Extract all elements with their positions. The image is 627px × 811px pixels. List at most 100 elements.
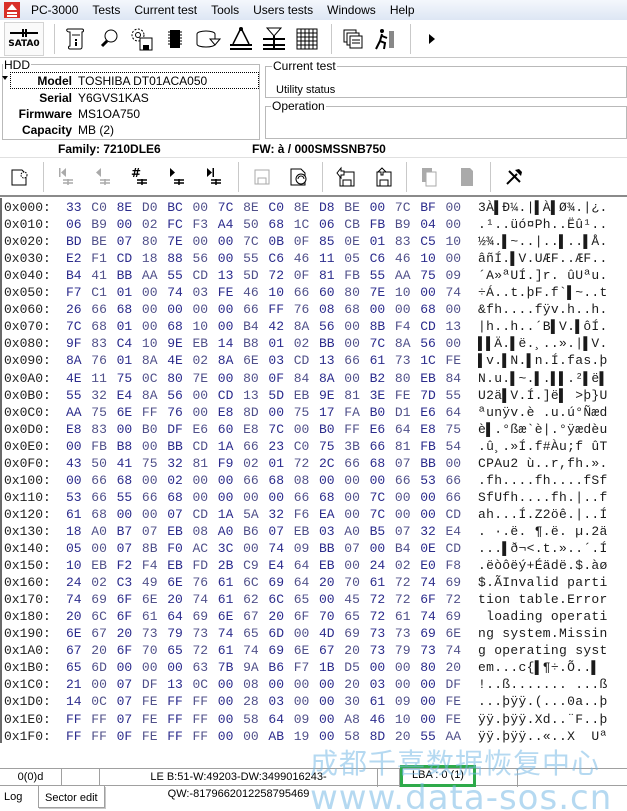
hex-byte[interactable]: 6C [91, 608, 107, 625]
hex-byte[interactable]: 5D [268, 387, 284, 404]
hex-byte[interactable]: 0C [142, 370, 158, 387]
hex-byte[interactable]: CD [117, 250, 133, 267]
hex-byte[interactable]: 69 [91, 591, 107, 608]
hex-byte[interactable]: 00 [218, 728, 234, 743]
hex-byte[interactable]: 76 [193, 574, 209, 591]
hex-byte[interactable]: 08 [243, 676, 259, 693]
hex-byte[interactable]: F4 [142, 557, 158, 574]
hex-byte[interactable]: 8E [117, 199, 133, 216]
reload-button[interactable] [285, 163, 313, 191]
hex-byte[interactable]: 17 [319, 404, 335, 421]
hex-ascii[interactable]: . ·.ë. ¶.ë. µ.2ä [478, 523, 608, 540]
hex-byte[interactable]: 01 [117, 284, 133, 301]
hex-byte[interactable]: 00 [167, 659, 183, 676]
hex-byte[interactable]: 68 [268, 472, 284, 489]
hex-byte[interactable]: 00 [218, 693, 234, 710]
hex-byte[interactable]: 68 [91, 318, 107, 335]
hex-byte[interactable]: 11 [91, 370, 107, 387]
hex-byte[interactable]: 66 [91, 301, 107, 318]
hex-byte[interactable]: 23 [268, 438, 284, 455]
hex-row[interactable]: 0x040: B4 41 BB AA 55 CD 13 5D 72 0F 81 FB 55 AA 75 09 ´A… [4, 267, 624, 284]
hex-byte[interactable]: 13 [446, 318, 462, 335]
hex-byte[interactable]: F4 [395, 318, 411, 335]
hex-row[interactable]: 0x120: 61 68 00 00 07 CD 1A 5A 32 F6 EA 00 7C 00 00 CD ah… [4, 506, 624, 523]
hex-ascii[interactable]: è▌.°ßæ`è|.°ÿædèu [478, 421, 608, 438]
hex-ascii[interactable]: ▌v.▌N.▌n.Í.fas.þ [478, 352, 608, 369]
hex-byte[interactable]: 1A [218, 506, 234, 523]
hex-byte[interactable]: F7 [294, 659, 310, 676]
gear-disk-button[interactable] [127, 24, 157, 54]
hex-byte[interactable]: 76 [294, 301, 310, 318]
hex-ascii[interactable]: âñÍ.▌V.UÆF..ÆF.. [478, 250, 608, 267]
hex-byte[interactable]: E6 [193, 421, 209, 438]
lightbulb-button[interactable] [94, 24, 124, 54]
hex-byte[interactable]: 66 [243, 472, 259, 489]
hex-byte[interactable]: 13 [218, 267, 234, 284]
hex-byte[interactable]: 00 [91, 676, 107, 693]
hex-row[interactable]: 0x170: 74 69 6F 6E 20 74 61 62 6C 65 00 45 72 72 6F 72 ti… [4, 591, 624, 608]
hex-byte[interactable]: 68 [420, 301, 436, 318]
hex-byte[interactable]: 83 [91, 421, 107, 438]
hex-byte[interactable]: EB [319, 557, 335, 574]
hex-row[interactable]: 0x150: 10 EB F2 F4 EB FD 2B C9 E4 64 EB 00 24 02 E0 F8 .ë… [4, 557, 624, 574]
hex-byte[interactable]: 02 [167, 472, 183, 489]
hex-byte[interactable]: 1C [294, 216, 310, 233]
hex-byte[interactable]: 00 [395, 506, 411, 523]
hex-byte[interactable]: FF [142, 404, 158, 421]
hex-row[interactable]: 0x1C0: 21 00 07 DF 13 0C 00 08 00 00 00 20 03 00 00 DF!.… [4, 676, 624, 693]
hex-byte[interactable]: 07 [117, 711, 133, 728]
hex-byte[interactable]: 00 [319, 591, 335, 608]
hex-byte[interactable]: 6F [117, 642, 133, 659]
hex-byte[interactable]: 24 [66, 574, 82, 591]
hex-byte[interactable]: 64 [167, 608, 183, 625]
hex-row[interactable]: 0x0C0: AA 75 6E FF 76 00 E8 8D 00 75 17 FA B0 D1 E6 64 ªu… [4, 404, 624, 421]
hex-byte[interactable]: 5D [243, 267, 259, 284]
hex-byte[interactable]: 07 [117, 540, 133, 557]
menu-current-test[interactable]: Current test [127, 0, 204, 20]
hex-byte[interactable]: 1B [319, 659, 335, 676]
hex-byte[interactable]: 00 [446, 335, 462, 352]
hex-byte[interactable]: 00 [395, 489, 411, 506]
hex-byte[interactable]: 00 [193, 301, 209, 318]
hex-byte[interactable]: 00 [395, 659, 411, 676]
hex-byte[interactable]: BE [344, 199, 360, 216]
hex-byte[interactable]: CD [193, 267, 209, 284]
hex-byte[interactable]: CD [446, 506, 462, 523]
hex-byte[interactable]: AB [268, 728, 284, 743]
hex-byte[interactable]: E0 [420, 557, 436, 574]
hex-byte[interactable]: 75 [142, 455, 158, 472]
copy-button[interactable] [416, 163, 444, 191]
hex-byte[interactable]: 61 [370, 352, 386, 369]
hex-byte[interactable]: BF [420, 199, 436, 216]
hex-ascii[interactable]: ÷Á..t.þF.f`▌~..t [478, 284, 608, 301]
hex-byte[interactable]: 00 [218, 472, 234, 489]
next-sector-button[interactable] [164, 163, 192, 191]
hex-byte[interactable]: C0 [294, 438, 310, 455]
hex-byte[interactable]: 00 [319, 711, 335, 728]
hex-byte[interactable]: 00 [218, 250, 234, 267]
hex-byte[interactable]: 02 [294, 335, 310, 352]
hex-byte[interactable]: F0 [167, 540, 183, 557]
menu-tests[interactable]: Tests [85, 0, 127, 20]
hex-byte[interactable]: 76 [91, 352, 107, 369]
hex-byte[interactable]: 9A [243, 659, 259, 676]
hex-byte[interactable]: 00 [218, 233, 234, 250]
hex-byte[interactable]: 7C [218, 199, 234, 216]
goto-sector-button[interactable]: # [127, 163, 155, 191]
hex-byte[interactable]: D8 [319, 199, 335, 216]
hex-byte[interactable]: 61 [142, 608, 158, 625]
hex-byte[interactable]: 74 [446, 284, 462, 301]
hex-byte[interactable]: 61 [395, 608, 411, 625]
hex-byte[interactable]: FE [395, 387, 411, 404]
head-button[interactable] [259, 24, 289, 54]
hex-byte[interactable]: CD [193, 506, 209, 523]
hex-byte[interactable]: 32 [420, 523, 436, 540]
hex-row[interactable]: 0x000: 33 C0 8E D0 BC 00 7C 8E C0 8E D8 BE 00 7C BF 00 3À… [4, 199, 624, 216]
hex-byte[interactable]: 6F [117, 591, 133, 608]
hex-byte[interactable]: 68 [268, 216, 284, 233]
hex-byte[interactable]: D0 [142, 199, 158, 216]
hex-byte[interactable]: 00 [294, 625, 310, 642]
hex-byte[interactable]: 00 [243, 728, 259, 743]
hex-byte[interactable]: 00 [294, 676, 310, 693]
hex-byte[interactable]: B0 [319, 421, 335, 438]
